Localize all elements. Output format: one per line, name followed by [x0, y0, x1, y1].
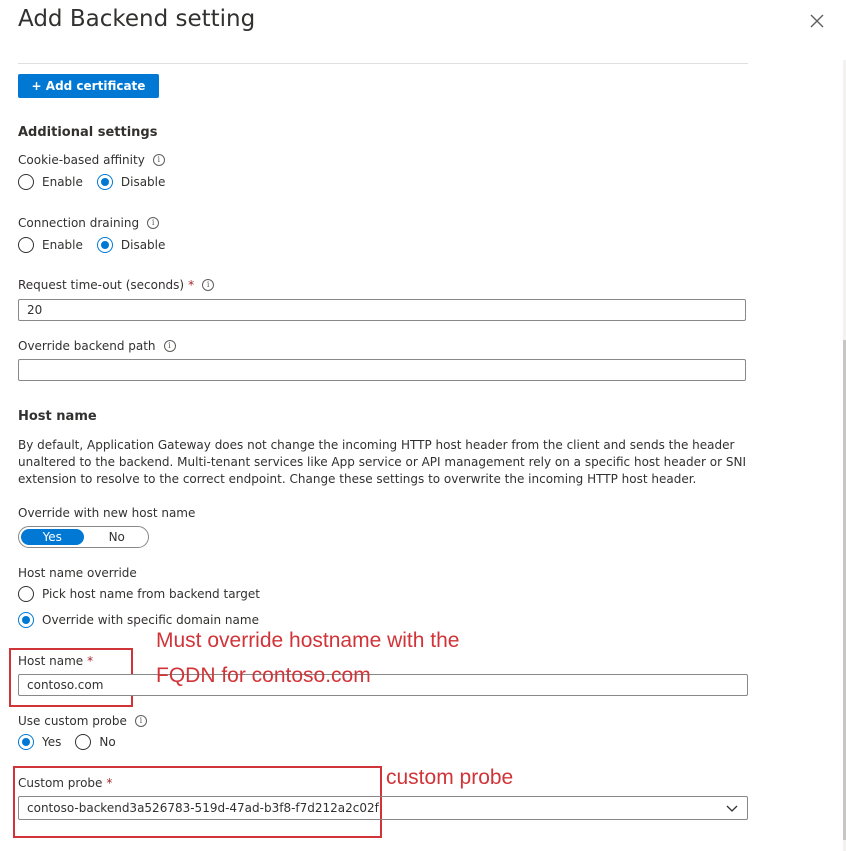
- specific-domain-option: Override with specific domain name: [18, 612, 273, 628]
- request-timeout-label: Request time-out (seconds) * i: [18, 278, 215, 292]
- radio-label-no: No: [99, 735, 116, 749]
- info-icon[interactable]: i: [147, 217, 160, 229]
- radio-label-enable: Enable: [42, 238, 83, 252]
- host-name-field-label-text: Host name: [18, 654, 84, 668]
- host-name-description: By default, Application Gateway does not…: [18, 438, 746, 486]
- hostname-annotation-line1: Must override hostname with the: [156, 629, 460, 652]
- radio-label-yes: Yes: [42, 735, 62, 749]
- radio-label-disable: Disable: [120, 238, 166, 252]
- connection-draining-disable-radio[interactable]: [96, 237, 113, 253]
- use-custom-probe-label-text: Use custom probe: [18, 714, 127, 728]
- close-icon[interactable]: [808, 12, 826, 30]
- cookie-affinity-label: Cookie-based affinity i: [18, 153, 165, 167]
- use-custom-probe-radio-group: Yes No: [18, 734, 130, 750]
- cookie-affinity-label-text: Cookie-based affinity: [18, 153, 145, 167]
- custom-probe-yes-radio[interactable]: [18, 734, 34, 750]
- connection-draining-label: Connection draining i: [18, 216, 160, 230]
- pick-host-option: Pick host name from backend target: [18, 586, 274, 602]
- custom-probe-select[interactable]: contoso-backend3a526783-519d-47ad-b3f8-f…: [18, 796, 748, 820]
- specific-domain-label: Override with specific domain name: [42, 613, 259, 627]
- custom-probe-label-text: Custom probe: [18, 776, 103, 790]
- request-timeout-input[interactable]: [18, 299, 746, 321]
- toggle-no[interactable]: No: [86, 527, 149, 547]
- use-custom-probe-label: Use custom probe i: [18, 714, 147, 728]
- connection-draining-radio-group: Enable Disable: [18, 237, 179, 253]
- toggle-yes[interactable]: Yes: [21, 529, 84, 545]
- host-name-override-label: Host name override: [18, 566, 137, 580]
- info-icon[interactable]: i: [202, 279, 215, 291]
- info-icon[interactable]: i: [152, 154, 165, 166]
- probe-annotation: custom probe: [386, 766, 514, 789]
- hostname-annotation-line2: FQDN for contoso.com: [156, 664, 371, 687]
- info-icon[interactable]: i: [134, 715, 147, 727]
- custom-probe-no-radio[interactable]: [75, 734, 92, 750]
- required-marker: *: [106, 776, 113, 790]
- specific-domain-radio[interactable]: [18, 612, 34, 628]
- host-name-input[interactable]: [18, 674, 748, 696]
- pick-host-label: Pick host name from backend target: [42, 587, 260, 601]
- override-backend-path-input[interactable]: [18, 359, 746, 381]
- add-certificate-button[interactable]: + Add certificate: [18, 74, 159, 98]
- connection-draining-enable-radio[interactable]: [18, 237, 34, 253]
- cookie-affinity-radio-group: Enable Disable: [18, 174, 179, 190]
- override-host-label: Override with new host name: [18, 506, 196, 520]
- custom-probe-value: contoso-backend3a526783-519d-47ad-b3f8-f…: [27, 801, 379, 815]
- request-timeout-label-text: Request time-out (seconds): [18, 278, 185, 292]
- required-marker: *: [188, 278, 195, 292]
- host-name-field-label: Host name *: [18, 654, 93, 668]
- panel-title: Add Backend setting: [18, 6, 256, 32]
- header-divider: [18, 63, 748, 64]
- override-host-toggle[interactable]: Yes No: [18, 526, 149, 548]
- custom-probe-label: Custom probe *: [18, 776, 112, 790]
- pick-host-radio[interactable]: [18, 586, 34, 602]
- chevron-down-icon: [726, 805, 738, 812]
- connection-draining-label-text: Connection draining: [18, 216, 140, 230]
- override-backend-path-label: Override backend path i: [18, 339, 176, 353]
- additional-settings-heading: Additional settings: [18, 125, 158, 140]
- cookie-affinity-disable-radio[interactable]: [96, 174, 113, 190]
- radio-label-enable: Enable: [42, 175, 83, 189]
- cookie-affinity-enable-radio[interactable]: [18, 174, 34, 190]
- override-backend-path-label-text: Override backend path: [18, 339, 156, 353]
- radio-label-disable: Disable: [120, 175, 166, 189]
- host-name-heading: Host name: [18, 409, 97, 424]
- info-icon[interactable]: i: [163, 340, 176, 352]
- required-marker: *: [87, 654, 94, 668]
